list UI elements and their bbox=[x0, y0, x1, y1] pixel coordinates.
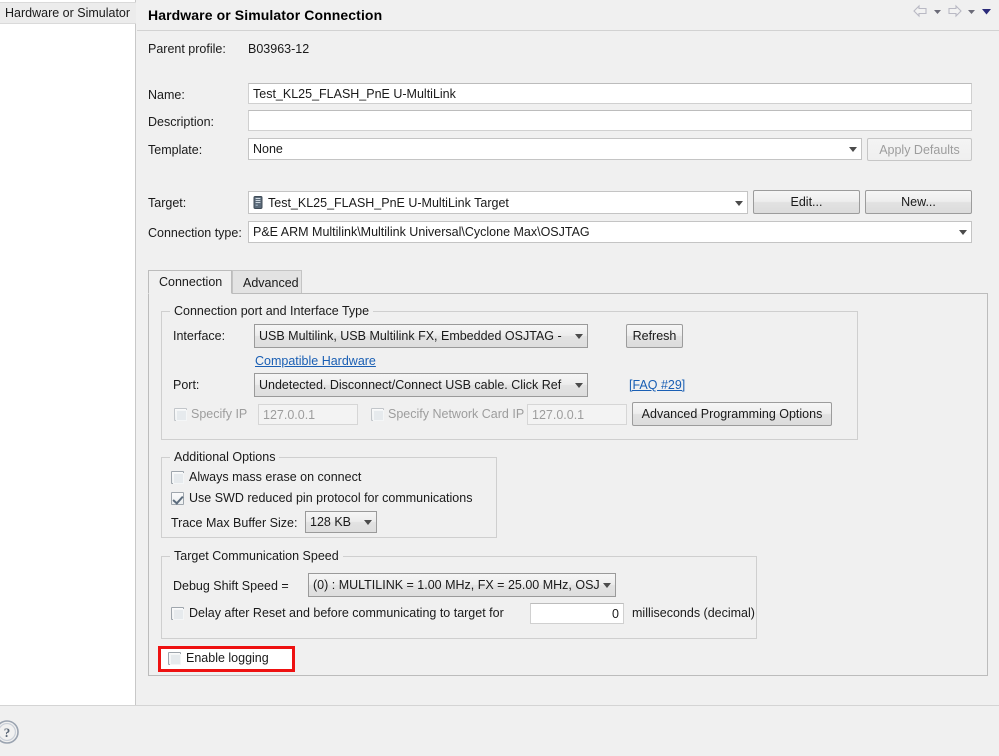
chevron-down-icon bbox=[959, 230, 967, 235]
tab-advanced-label: Advanced bbox=[243, 276, 299, 290]
back-menu-chevron-down-icon[interactable] bbox=[932, 4, 943, 18]
template-combobox[interactable]: None bbox=[248, 138, 862, 160]
additional-options-group-title: Additional Options bbox=[170, 450, 279, 464]
enable-logging-label: Enable logging bbox=[186, 651, 269, 665]
back-arrow-icon[interactable] bbox=[912, 4, 929, 18]
specify-ip-label: Specify IP bbox=[191, 407, 247, 421]
connection-tab-panel: Connection port and Interface Type Inter… bbox=[148, 293, 988, 676]
use-swd-checkbox[interactable] bbox=[171, 492, 184, 505]
specify-network-card-ip-input[interactable]: 127.0.0.1 bbox=[527, 404, 627, 425]
interface-label: Interface: bbox=[173, 329, 225, 343]
navigation-icons bbox=[912, 4, 993, 18]
view-menu-chevron-down-filled-icon[interactable] bbox=[980, 4, 993, 18]
interface-combobox[interactable]: USB Multilink, USB Multilink FX, Embedde… bbox=[254, 324, 588, 348]
tab-advanced[interactable]: Advanced bbox=[232, 270, 302, 294]
edit-target-button[interactable]: Edit... bbox=[753, 190, 860, 214]
delay-value: 0 bbox=[612, 607, 619, 621]
dialog-body: Hardware or Simulator Connection Parent … bbox=[137, 0, 999, 705]
description-input[interactable] bbox=[248, 110, 972, 131]
dialog-footer: ? OK Cancel bbox=[0, 705, 999, 756]
additional-options-group: Additional Options Always mass erase on … bbox=[161, 457, 497, 538]
connection-type-label: Connection type: bbox=[148, 226, 242, 240]
faq-link[interactable]: [FAQ #29] bbox=[629, 378, 685, 392]
always-mass-erase-label: Always mass erase on connect bbox=[189, 470, 361, 484]
target-label: Target: bbox=[148, 196, 186, 210]
trace-max-buffer-size-label: Trace Max Buffer Size: bbox=[171, 516, 297, 530]
connection-port-group-title: Connection port and Interface Type bbox=[170, 304, 373, 318]
port-value: Undetected. Disconnect/Connect USB cable… bbox=[259, 378, 561, 392]
tab-connection-label: Connection bbox=[159, 275, 222, 289]
specify-network-card-ip-value: 127.0.0.1 bbox=[532, 408, 584, 422]
chevron-down-icon bbox=[735, 201, 743, 206]
debug-shift-speed-value: (0) : MULTILINK = 1.00 MHz, FX = 25.00 M… bbox=[313, 578, 600, 592]
use-swd-label: Use SWD reduced pin protocol for communi… bbox=[189, 491, 472, 505]
page-title: Hardware or Simulator Connection bbox=[148, 7, 382, 23]
tree-item-hardware-or-simulator[interactable]: Hardware or Simulator bbox=[0, 2, 136, 24]
target-communication-speed-group: Target Communication Speed Debug Shift S… bbox=[161, 556, 757, 639]
interface-value: USB Multilink, USB Multilink FX, Embedde… bbox=[259, 329, 562, 343]
refresh-label: Refresh bbox=[633, 329, 677, 343]
specify-ip-value: 127.0.0.1 bbox=[263, 408, 315, 422]
name-input[interactable]: Test_KL25_FLASH_PnE U-MultiLink bbox=[248, 83, 972, 104]
chevron-down-icon bbox=[603, 583, 611, 588]
template-value: None bbox=[253, 142, 283, 156]
parent-profile-value: B03963-12 bbox=[248, 42, 309, 56]
trace-max-buffer-size-combobox[interactable]: 128 KB bbox=[305, 511, 377, 533]
tree-item-label: Hardware or Simulator bbox=[5, 6, 130, 20]
forward-menu-chevron-down-icon[interactable] bbox=[966, 4, 977, 18]
advanced-programming-options-label: Advanced Programming Options bbox=[642, 407, 823, 421]
specify-network-card-ip-checkbox[interactable] bbox=[371, 408, 384, 421]
apply-defaults-button[interactable]: Apply Defaults bbox=[867, 138, 972, 161]
delay-units-label: milliseconds (decimal) bbox=[632, 606, 755, 620]
apply-defaults-label: Apply Defaults bbox=[879, 143, 960, 157]
refresh-button[interactable]: Refresh bbox=[626, 324, 683, 348]
specify-network-card-ip-label: Specify Network Card IP bbox=[388, 407, 524, 421]
port-label: Port: bbox=[173, 378, 199, 392]
tab-connection[interactable]: Connection bbox=[148, 270, 232, 294]
connection-type-value: P&E ARM Multilink\Multilink Universal\Cy… bbox=[253, 225, 590, 239]
delay-after-reset-checkbox[interactable] bbox=[171, 607, 184, 620]
forward-arrow-icon[interactable] bbox=[946, 4, 963, 18]
name-label: Name: bbox=[148, 88, 185, 102]
connection-port-group: Connection port and Interface Type Inter… bbox=[161, 311, 858, 440]
chevron-down-icon bbox=[849, 147, 857, 152]
delay-value-input[interactable]: 0 bbox=[530, 603, 624, 624]
device-icon bbox=[253, 196, 263, 209]
help-icon[interactable]: ? bbox=[0, 718, 24, 749]
dialog-window: Hardware or Simulator Hardware or Simula… bbox=[0, 0, 999, 756]
name-input-value: Test_KL25_FLASH_PnE U-MultiLink bbox=[253, 87, 456, 101]
title-divider bbox=[137, 30, 999, 31]
specify-ip-input[interactable]: 127.0.0.1 bbox=[258, 404, 358, 425]
delay-after-reset-label: Delay after Reset and before communicati… bbox=[189, 606, 504, 620]
enable-logging-checkbox[interactable] bbox=[168, 652, 181, 665]
new-target-button[interactable]: New... bbox=[865, 190, 972, 214]
debug-shift-speed-combobox[interactable]: (0) : MULTILINK = 1.00 MHz, FX = 25.00 M… bbox=[308, 573, 616, 597]
target-communication-speed-group-title: Target Communication Speed bbox=[170, 549, 343, 563]
trace-max-buffer-size-value: 128 KB bbox=[310, 515, 351, 529]
edit-label: Edit... bbox=[791, 195, 823, 209]
connection-type-combobox[interactable]: P&E ARM Multilink\Multilink Universal\Cy… bbox=[248, 221, 972, 243]
specify-ip-checkbox[interactable] bbox=[174, 408, 187, 421]
advanced-programming-options-button[interactable]: Advanced Programming Options bbox=[632, 402, 832, 426]
always-mass-erase-checkbox[interactable] bbox=[171, 471, 184, 484]
chevron-down-icon bbox=[575, 334, 583, 339]
left-tree-panel: Hardware or Simulator bbox=[0, 0, 136, 705]
compatible-hardware-link[interactable]: Compatible Hardware bbox=[255, 354, 376, 368]
tab-strip: Connection Advanced bbox=[148, 270, 988, 294]
debug-shift-speed-label: Debug Shift Speed = bbox=[173, 579, 289, 593]
description-label: Description: bbox=[148, 115, 214, 129]
chevron-down-icon bbox=[575, 383, 583, 388]
new-label: New... bbox=[901, 195, 936, 209]
target-value: Test_KL25_FLASH_PnE U-MultiLink Target bbox=[268, 196, 509, 210]
parent-profile-label: Parent profile: bbox=[148, 42, 226, 56]
svg-text:?: ? bbox=[4, 725, 11, 740]
template-label: Template: bbox=[148, 143, 202, 157]
port-combobox[interactable]: Undetected. Disconnect/Connect USB cable… bbox=[254, 373, 588, 397]
chevron-down-icon bbox=[364, 520, 372, 525]
target-combobox[interactable]: Test_KL25_FLASH_PnE U-MultiLink Target bbox=[248, 191, 748, 214]
